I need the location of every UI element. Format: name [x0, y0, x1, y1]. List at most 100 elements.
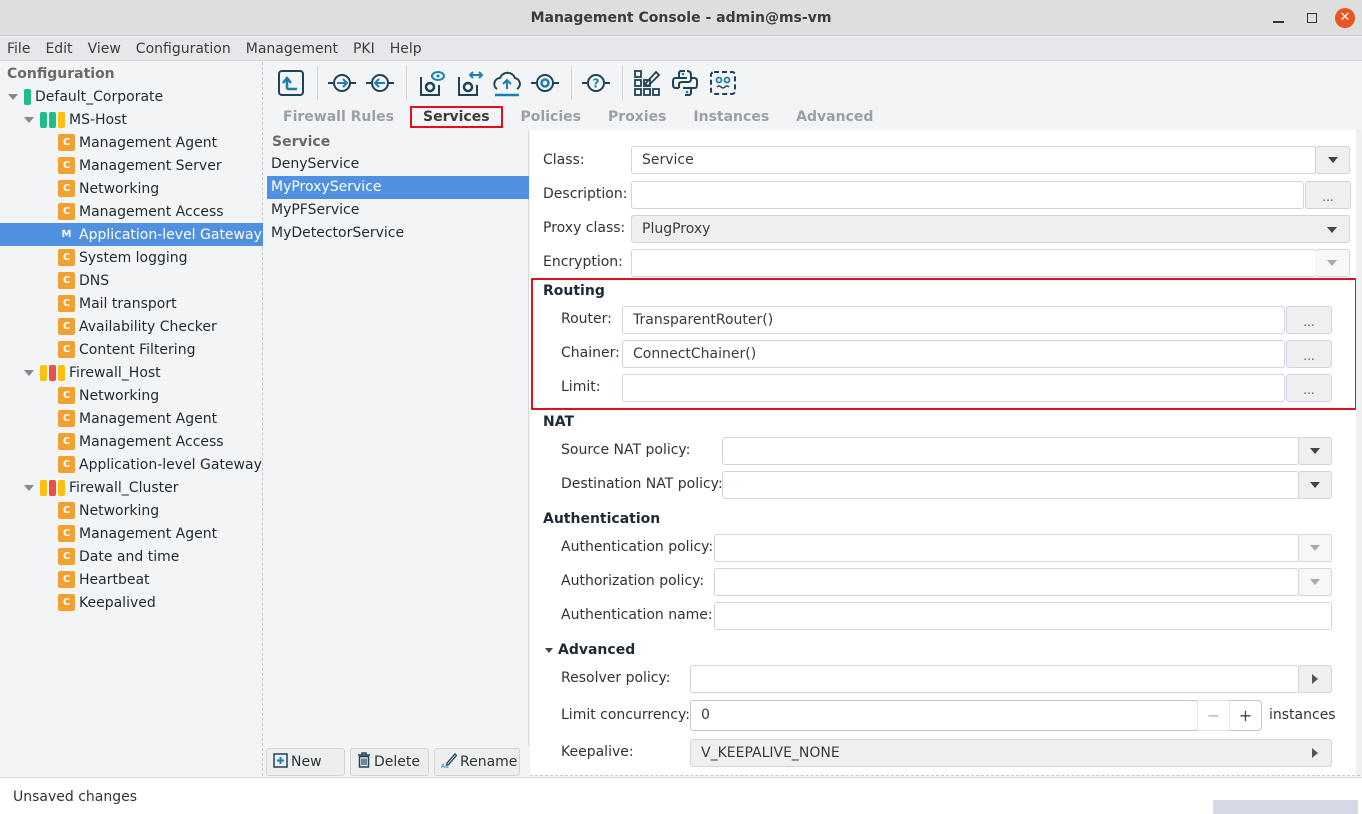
form-scrollbar[interactable] [1356, 130, 1362, 776]
toolbar-separator [406, 66, 407, 100]
source-nat-select[interactable] [722, 437, 1299, 465]
service-list-item[interactable]: MyPFService [267, 199, 529, 222]
authorization-policy-dropdown-button[interactable] [1298, 568, 1332, 596]
view-config-button[interactable] [415, 67, 447, 99]
tree-item[interactable]: C Date and time [0, 545, 263, 568]
console-button[interactable] [707, 67, 739, 99]
control-service-button[interactable] [529, 67, 561, 99]
authentication-name-input[interactable] [714, 602, 1332, 630]
tree-item[interactable]: C Management Agent [0, 131, 263, 154]
resolver-policy-expand-button[interactable] [1298, 665, 1332, 693]
close-button[interactable]: ✕ [1335, 8, 1355, 28]
tree-item[interactable]: Firewall_Cluster [0, 476, 263, 499]
tree-item[interactable]: C Management Access [0, 200, 263, 223]
tab-firewall-rules[interactable]: Firewall Rules [274, 107, 403, 127]
tree-item[interactable]: C Application-level Gateway [0, 453, 263, 476]
description-edit-button[interactable]: ... [1305, 181, 1351, 209]
description-input[interactable] [631, 181, 1304, 209]
tree-item[interactable]: Firewall_Host [0, 361, 263, 384]
tree-item[interactable]: C System logging [0, 246, 263, 269]
destination-nat-select[interactable] [722, 471, 1299, 499]
expand-arrow-icon[interactable] [8, 93, 18, 100]
expand-arrow-icon[interactable] [24, 484, 34, 491]
menu-help[interactable]: Help [390, 41, 422, 57]
class-select[interactable]: Service [631, 146, 1316, 174]
menu-configuration[interactable]: Configuration [136, 41, 231, 57]
tab-instances[interactable]: Instances [684, 107, 778, 127]
source-nat-dropdown-button[interactable] [1298, 437, 1332, 465]
divider [530, 775, 1360, 776]
help-button[interactable]: ? [580, 67, 612, 99]
proxy-class-select[interactable]: PlugProxy [631, 215, 1350, 243]
class-dropdown-button[interactable] [1315, 146, 1350, 174]
tree-item[interactable]: C Keepalived [0, 591, 263, 614]
tree-title: Configuration [7, 66, 115, 82]
new-service-button[interactable]: New [266, 748, 345, 776]
tree-item[interactable]: C Content Filtering [0, 338, 263, 361]
expand-arrow-icon[interactable] [24, 116, 34, 123]
tree-item[interactable]: C Management Agent [0, 522, 263, 545]
tree-item[interactable]: C Networking [0, 499, 263, 522]
tree-item[interactable]: C Management Agent [0, 407, 263, 430]
service-list-item[interactable]: DenyService [267, 153, 529, 176]
menu-view[interactable]: View [88, 41, 121, 57]
resolver-policy-input[interactable] [690, 665, 1299, 693]
chevron-right-icon [1312, 748, 1318, 758]
increment-button[interactable]: + [1229, 700, 1262, 731]
status-bar-icon [40, 111, 47, 128]
maximize-button[interactable] [1302, 8, 1322, 28]
tree-item[interactable]: C Management Access [0, 430, 263, 453]
tree-item-selected[interactable]: M Application-level Gateway [0, 223, 263, 246]
menu-edit[interactable]: Edit [45, 41, 72, 57]
service-list-item[interactable]: MyDetectorService [267, 222, 529, 245]
tree-item[interactable]: C DNS [0, 269, 263, 292]
horizontal-scrollbar[interactable] [1213, 800, 1358, 814]
tab-proxies[interactable]: Proxies [599, 107, 675, 127]
encryption-dropdown-button[interactable] [1315, 249, 1350, 277]
tab-services[interactable]: Services [410, 106, 503, 128]
console-icon [710, 71, 736, 95]
tree-item[interactable]: C Management Server [0, 154, 263, 177]
python-button[interactable] [669, 67, 701, 99]
tree-item[interactable]: C Heartbeat [0, 568, 263, 591]
menu-pki[interactable]: PKI [353, 41, 375, 57]
advanced-section-toggle[interactable]: Advanced [545, 642, 635, 658]
tree-item[interactable]: MS-Host [0, 108, 263, 131]
upload-config-button[interactable] [275, 67, 307, 99]
python-icon [672, 70, 698, 96]
expand-arrow-icon[interactable] [24, 369, 34, 376]
encryption-select[interactable] [631, 249, 1316, 277]
tab-advanced[interactable]: Advanced [787, 107, 882, 127]
authorization-policy-select[interactable] [714, 568, 1299, 596]
chevron-down-icon [1310, 448, 1320, 454]
minimize-button[interactable] [1268, 8, 1288, 28]
decrement-button[interactable]: − [1197, 700, 1230, 731]
cloud-upload-button[interactable] [491, 67, 523, 99]
menu-file[interactable]: File [7, 41, 30, 57]
disconnect-button[interactable] [364, 67, 396, 99]
tab-policies[interactable]: Policies [512, 107, 590, 127]
tree-item[interactable]: C Mail transport [0, 292, 263, 315]
tree-item[interactable]: C Networking [0, 384, 263, 407]
host-status-icon [24, 88, 33, 105]
tree-item[interactable]: C Networking [0, 177, 263, 200]
delete-service-button[interactable]: Delete [350, 748, 429, 776]
rename-service-button[interactable]: Aa Rename [434, 748, 520, 776]
edit-grid-button[interactable] [631, 67, 663, 99]
authentication-policy-dropdown-button[interactable] [1298, 534, 1332, 562]
menu-management[interactable]: Management [246, 41, 338, 57]
service-list-item-selected[interactable]: MyProxyService [267, 176, 529, 199]
authentication-policy-select[interactable] [714, 534, 1299, 562]
destination-nat-dropdown-button[interactable] [1298, 471, 1332, 499]
limit-concurrency-input[interactable]: 0 [690, 700, 1198, 731]
view-config-icon [420, 71, 445, 96]
keepalive-select[interactable]: V_KEEPALIVE_NONE [690, 739, 1332, 767]
tree-item[interactable]: Default_Corporate [0, 85, 263, 108]
tree-item[interactable]: C Availability Checker [0, 315, 263, 338]
compare-config-button[interactable] [453, 67, 485, 99]
component-icon: C [58, 341, 75, 358]
routing-highlight [531, 278, 1357, 410]
host-status-icon [40, 111, 67, 128]
connect-button[interactable] [326, 67, 358, 99]
status-text: Unsaved changes [13, 789, 138, 805]
